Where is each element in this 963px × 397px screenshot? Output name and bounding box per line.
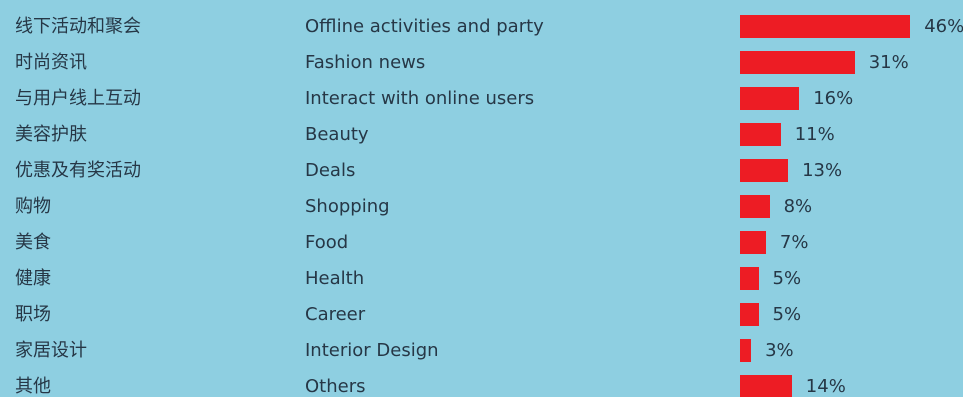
bar (740, 15, 911, 38)
chart-row: 美食 Food 7% (0, 225, 963, 261)
bar (740, 87, 800, 110)
category-label-en: Beauty (305, 124, 369, 145)
bar (740, 375, 792, 397)
category-label-en: Health (305, 268, 365, 289)
category-label-cn: 其他 (15, 376, 51, 397)
chart-row: 线下活动和聚会 Offline activities and party 46% (0, 9, 963, 45)
category-label-en: Deals (305, 160, 356, 181)
chart-row: 健康 Health 5% (0, 261, 963, 297)
category-label-cn: 优惠及有奖活动 (15, 160, 141, 181)
category-label-en: Career (305, 304, 366, 325)
value-label: 31% (868, 52, 909, 73)
bar (740, 195, 770, 218)
category-label-cn: 购物 (15, 196, 51, 217)
category-label-cn: 美容护肤 (15, 124, 87, 145)
category-label-cn: 时尚资讯 (15, 52, 87, 73)
chart-row: 购物 Shopping 8% (0, 189, 963, 225)
category-label-en: Others (305, 376, 366, 397)
value-label: 11% (794, 124, 835, 145)
chart-row: 家居设计 Interior Design 3% (0, 333, 963, 369)
category-label-en: Interact with online users (305, 88, 535, 109)
category-label-cn: 美食 (15, 232, 51, 253)
bar (740, 159, 789, 182)
category-label-en: Interior Design (305, 340, 439, 361)
bar (740, 267, 759, 290)
value-label: 14% (805, 376, 846, 397)
category-label-en: Food (305, 232, 349, 253)
value-label: 7% (779, 232, 809, 253)
category-label-cn: 线下活动和聚会 (15, 16, 141, 37)
chart-row: 其他 Others 14% (0, 369, 963, 397)
value-label: 46% (924, 16, 963, 37)
chart-row: 与用户线上互动 Interact with online users 16% (0, 81, 963, 117)
chart-row: 优惠及有奖活动 Deals 13% (0, 153, 963, 189)
chart-row: 职场 Career 5% (0, 297, 963, 333)
bar-chart: 线下活动和聚会 Offline activities and party 46% 时尚… (0, 0, 963, 397)
bar (740, 123, 781, 146)
category-label-cn: 健康 (15, 268, 51, 289)
value-label: 16% (813, 88, 854, 109)
bar (740, 339, 752, 362)
category-label-en: Fashion news (305, 52, 426, 73)
value-label: 5% (772, 304, 802, 325)
category-label-cn: 家居设计 (15, 340, 87, 361)
value-label: 8% (783, 196, 813, 217)
category-label-cn: 职场 (15, 304, 51, 325)
bar (740, 51, 855, 74)
category-label-cn: 与用户线上互动 (15, 88, 141, 109)
value-label: 5% (772, 268, 802, 289)
chart-row: 时尚资讯 Fashion news 31% (0, 45, 963, 81)
category-label-en: Offline activities and party (305, 16, 544, 37)
value-label: 3% (765, 340, 794, 361)
bar (740, 231, 766, 254)
chart-row: 美容护肤 Beauty 11% (0, 117, 963, 153)
value-label: 13% (802, 160, 843, 181)
bar (740, 303, 759, 326)
category-label-en: Shopping (305, 196, 390, 217)
